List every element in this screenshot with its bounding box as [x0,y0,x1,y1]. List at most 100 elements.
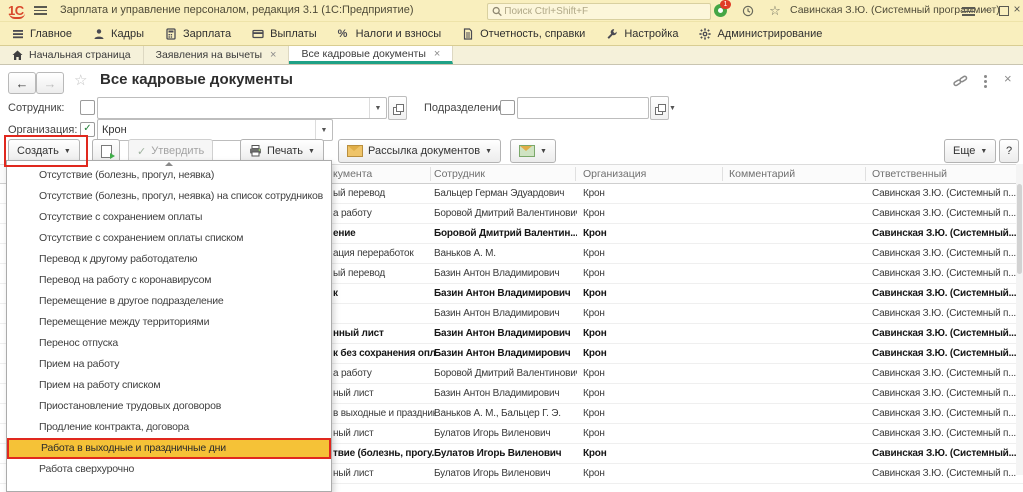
table-scrollbar[interactable] [1016,164,1023,475]
organization-filter-checkbox[interactable]: ✓ [80,122,95,137]
cell-responsible: Савинская З.Ю. (Системный п... [865,304,1021,323]
tab-close-icon[interactable]: × [270,49,276,61]
chevron-down-icon: ▼ [64,148,71,155]
cell-employee: Боровой Дмитрий Валентин... [430,224,577,243]
menu-item-payments[interactable]: Выплаты [252,28,316,40]
cell-responsible: Савинская З.Ю. (Системный п... [865,204,1021,223]
department-filter-field[interactable] [518,98,668,118]
employee-filter-checkbox[interactable] [80,100,95,115]
mailing-settings-button[interactable]: ▼ [510,139,556,163]
cell-document-type: ация переработок [330,244,435,263]
payments-icon [252,28,264,40]
cell-employee: Базин Антон Владимирович [430,304,577,323]
more-button[interactable]: Еще▼ [944,139,996,163]
tab-all-hr-documents[interactable]: Все кадровые документы × [289,46,453,64]
menu-item-absence[interactable]: Отсутствие (болезнь, прогул, неявка) [7,165,331,186]
main-menu-icon [12,28,24,40]
header-document-type[interactable]: кумента [330,165,435,183]
menu-item-paid-absence-list[interactable]: Отсутствие с сохранением оплаты списком [7,228,331,249]
close-icon[interactable]: × [1010,2,1023,16]
forward-button[interactable]: → [36,72,64,94]
employee-open-button[interactable] [388,96,407,120]
close-form-icon[interactable]: × [1004,71,1012,86]
history-icon[interactable] [740,3,756,19]
menu-item-salary[interactable]: Зарплата [165,28,231,40]
cell-organization: Крон [575,184,728,203]
link-icon[interactable] [953,74,968,88]
department-open-button[interactable] [650,96,669,120]
favorites-icon[interactable]: ☆ [767,3,783,19]
department-filter-input[interactable]: ▼ [517,97,649,119]
cell-employee: Булатов Игорь Виленович [430,444,577,463]
menu-item-hire[interactable]: Прием на работу [7,354,331,375]
menu-item-hire-list[interactable]: Прием на работу списком [7,375,331,396]
back-button[interactable]: ← [8,72,36,94]
employee-filter-field[interactable] [98,98,369,118]
cell-organization: Крон [575,464,728,483]
create-menu-list: Отсутствие (болезнь, прогул, неявка) Отс… [7,165,331,480]
restore-icon[interactable] [999,6,1009,16]
menu-item-weekend-holiday-work[interactable]: Работа в выходные и праздничные дни [7,438,331,459]
menu-item-taxes[interactable]: % Налоги и взносы [338,28,442,40]
tab-deduction-applications[interactable]: Заявления на вычеты × [144,46,290,64]
notifications-icon[interactable]: 1 [714,4,727,17]
tab-close-icon[interactable]: × [434,48,440,60]
chevron-down-icon[interactable]: ▼ [315,120,332,140]
menu-item-contract-extension[interactable]: Продление контракта, договора [7,417,331,438]
cell-comment [722,404,870,423]
favorite-star-icon[interactable]: ☆ [74,71,87,89]
main-hamburger-icon[interactable] [34,6,47,15]
employee-filter-label: Сотрудник: [8,102,65,114]
cell-document-type: твие (болезнь, прогу... [330,444,435,463]
organization-filter-input[interactable]: ▼ [97,119,333,141]
cell-responsible: Савинская З.Ю. (Системный... [865,324,1021,343]
menu-item-covid-transfer[interactable]: Перевод на работу с коронавирусом [7,270,331,291]
menu-item-overtime-work[interactable]: Работа сверхурочно [7,459,331,480]
header-responsible[interactable]: Ответственный [865,165,1021,183]
menu-item-settings[interactable]: Настройка [606,28,678,40]
chevron-down-icon[interactable]: ▼ [668,98,676,118]
menu-item-administration[interactable]: Администрирование [699,28,822,40]
cell-comment [722,424,870,443]
menu-item-move-territories[interactable]: Перемещение между территориями [7,312,331,333]
organization-filter-field[interactable] [98,120,315,140]
department-filter-checkbox[interactable] [500,100,515,115]
header-employee[interactable]: Сотрудник [430,165,577,183]
cell-employee: Булатов Игорь Виленович [430,464,577,483]
cell-employee: Базин Антон Владимирович [430,324,577,343]
menu-item-reports[interactable]: Отчетность, справки [462,28,585,40]
open-list-icon [393,104,402,113]
cell-document-type: нный лист [330,324,435,343]
menu-item-vacation-transfer[interactable]: Перенос отпуска [7,333,331,354]
header-organization[interactable]: Организация [575,165,728,183]
cell-comment [722,204,870,223]
app-window: { "titlebar": { "logo": "1С", "title": "… [0,0,1023,475]
menu-item-main[interactable]: Главное [12,28,72,40]
menu-item-paid-absence[interactable]: Отсутствие с сохранением оплаты [7,207,331,228]
scrollbar-thumb[interactable] [1017,184,1022,274]
menu-item-staff[interactable]: Кадры [93,28,144,40]
cell-employee: Ваньков А. М., Бальцер Г. Э. [430,404,577,423]
cell-responsible: Савинская З.Ю. (Системный... [865,284,1021,303]
tab-home[interactable]: Начальная страница [0,46,144,64]
kebab-menu-icon[interactable] [984,73,987,90]
help-button[interactable]: ? [999,139,1019,163]
search-input[interactable] [502,5,706,18]
menu-item-suspend-contracts[interactable]: Приостановление трудовых договоров [7,396,331,417]
cell-organization: Крон [575,324,728,343]
cell-comment [722,344,870,363]
menu-item-absence-list[interactable]: Отсутствие (болезнь, прогул, неявка) на … [7,186,331,207]
global-search[interactable] [487,3,711,20]
cell-organization: Крон [575,284,728,303]
cell-responsible: Савинская З.Ю. (Системный п... [865,184,1021,203]
panel-toggle-icon[interactable] [962,7,975,18]
minimize-icon[interactable]: – [982,2,996,16]
menu-item-move-department[interactable]: Перемещение в другое подразделение [7,291,331,312]
mailing-button[interactable]: Рассылка документов▼ [338,139,501,163]
employee-filter-input[interactable]: ▼ [97,97,387,119]
chevron-down-icon: ▼ [980,148,987,155]
menu-item-transfer-other-employer[interactable]: Перевод к другому работодателю [7,249,331,270]
header-comment[interactable]: Комментарий [722,165,870,183]
cell-document-type: ый перевод [330,184,435,203]
chevron-down-icon[interactable]: ▼ [369,98,386,118]
